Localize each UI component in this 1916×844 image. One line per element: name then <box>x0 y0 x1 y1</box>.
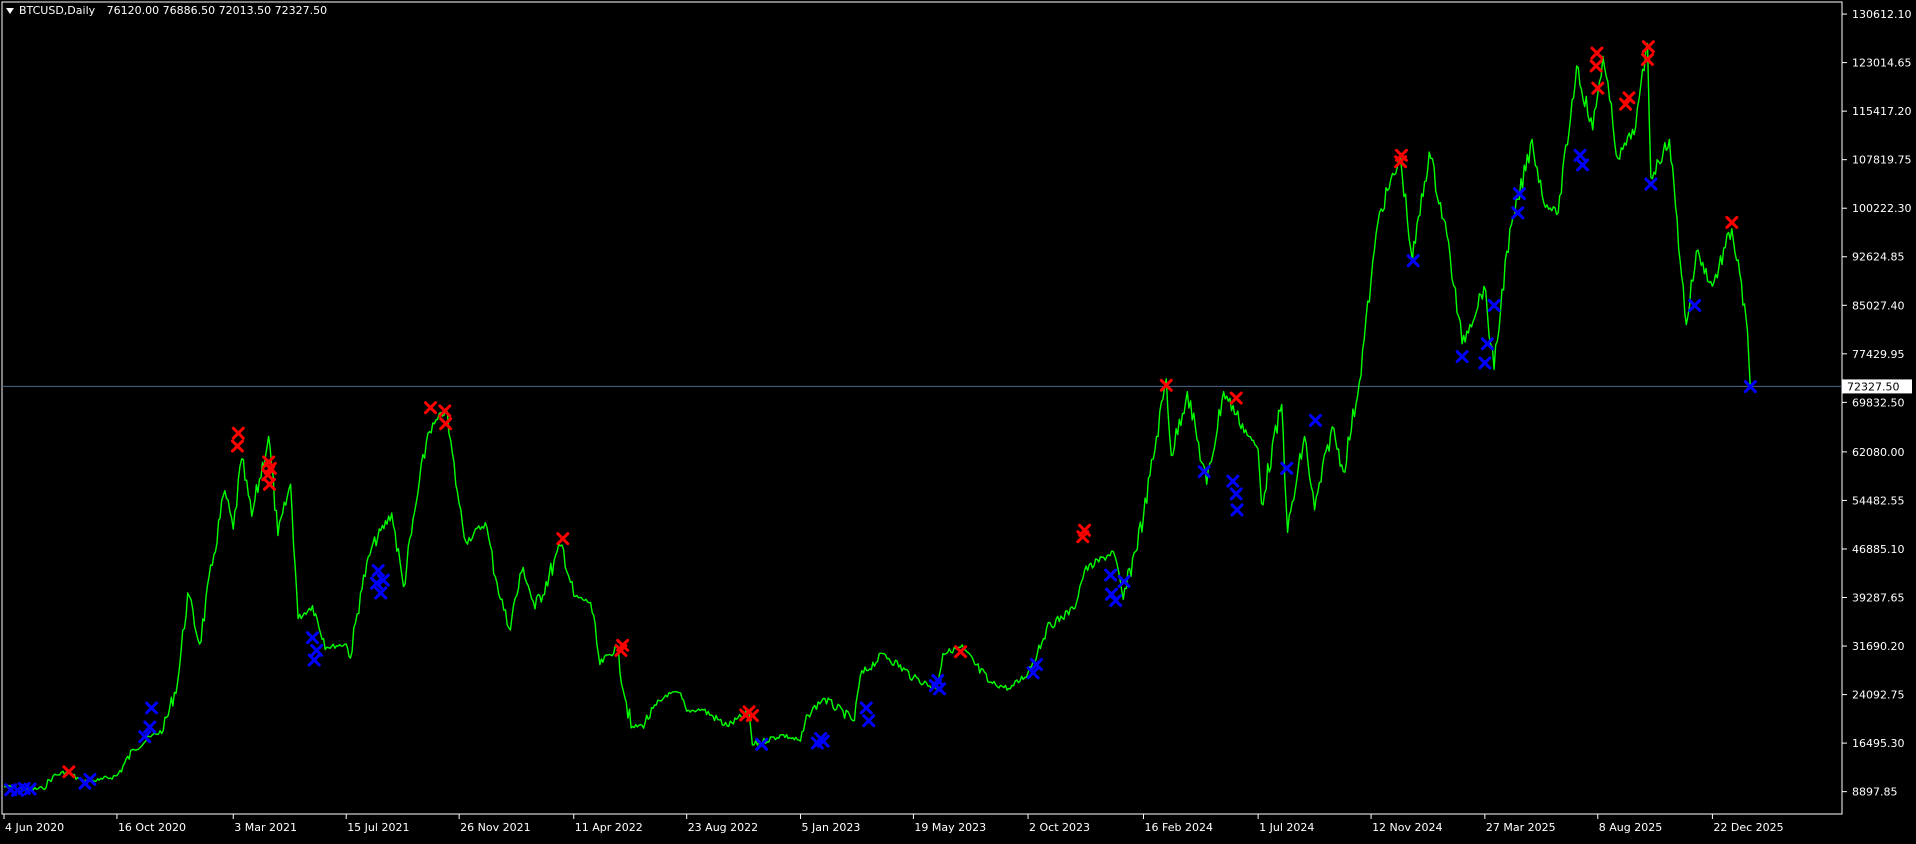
y-tick-label: 107819.75 <box>1852 154 1912 167</box>
y-tick-label: 69832.50 <box>1852 396 1905 409</box>
y-tick-label: 46885.10 <box>1852 543 1905 556</box>
x-tick-label: 11 Apr 2022 <box>575 821 643 834</box>
x-tick-label: 27 Mar 2025 <box>1486 821 1556 834</box>
y-tick-label: 100222.30 <box>1852 202 1912 215</box>
y-tick-label: 77429.95 <box>1852 348 1905 361</box>
y-tick-label: 16495.30 <box>1852 737 1905 750</box>
x-tick-label: 8 Aug 2025 <box>1599 821 1662 834</box>
price-chart[interactable]: 130612.10 123014.65 115417.20 107819.75 1002… <box>0 0 1916 840</box>
y-tick-label: 130612.10 <box>1852 8 1912 21</box>
y-tick-label: 24092.75 <box>1852 689 1905 702</box>
y-tick-label: 8897.85 <box>1852 786 1898 799</box>
x-tick-label: 12 Nov 2024 <box>1372 821 1442 834</box>
x-tick-label: 23 Aug 2022 <box>688 821 758 834</box>
x-tick-label: 26 Nov 2021 <box>460 821 530 834</box>
x-tick-label: 16 Oct 2020 <box>118 821 186 834</box>
y-tick-label: 85027.40 <box>1852 299 1905 312</box>
x-tick-label: 5 Jan 2023 <box>801 821 860 834</box>
x-tick-label: 22 Dec 2025 <box>1713 821 1783 834</box>
chevron-down-icon[interactable] <box>6 8 14 14</box>
y-tick-label: 31690.20 <box>1852 640 1905 653</box>
current-price-label: 72327.50 <box>1847 380 1900 393</box>
symbol-label: BTCUSD,Daily <box>19 4 96 17</box>
x-tick-label: 3 Mar 2021 <box>234 821 297 834</box>
chart-area[interactable]: 130612.10 123014.65 115417.20 107819.75 1002… <box>0 0 1916 840</box>
y-tick-label: 62080.00 <box>1852 446 1905 459</box>
ohlc-values: 76120.00 76886.50 72013.50 72327.50 <box>106 4 328 17</box>
current-price-tag: 72327.50 <box>1842 379 1912 394</box>
y-tick-label: 123014.65 <box>1852 57 1912 70</box>
y-tick-label: 39287.65 <box>1852 592 1905 605</box>
x-tick-label: 4 Jun 2020 <box>5 821 64 834</box>
y-tick-label: 115417.20 <box>1852 105 1912 118</box>
y-tick-label: 92624.85 <box>1852 251 1905 264</box>
x-tick-label: 1 Jul 2024 <box>1259 821 1314 834</box>
chart-header: BTCUSD,Daily 76120.00 76886.50 72013.50 … <box>6 4 327 17</box>
x-tick-label: 15 Jul 2021 <box>347 821 409 834</box>
x-tick-label: 16 Feb 2024 <box>1145 821 1213 834</box>
x-tick-label: 2 Oct 2023 <box>1029 821 1090 834</box>
x-tick-label: 19 May 2023 <box>914 821 986 834</box>
y-tick-label: 54482.55 <box>1852 494 1905 507</box>
chart-background <box>0 0 1916 840</box>
